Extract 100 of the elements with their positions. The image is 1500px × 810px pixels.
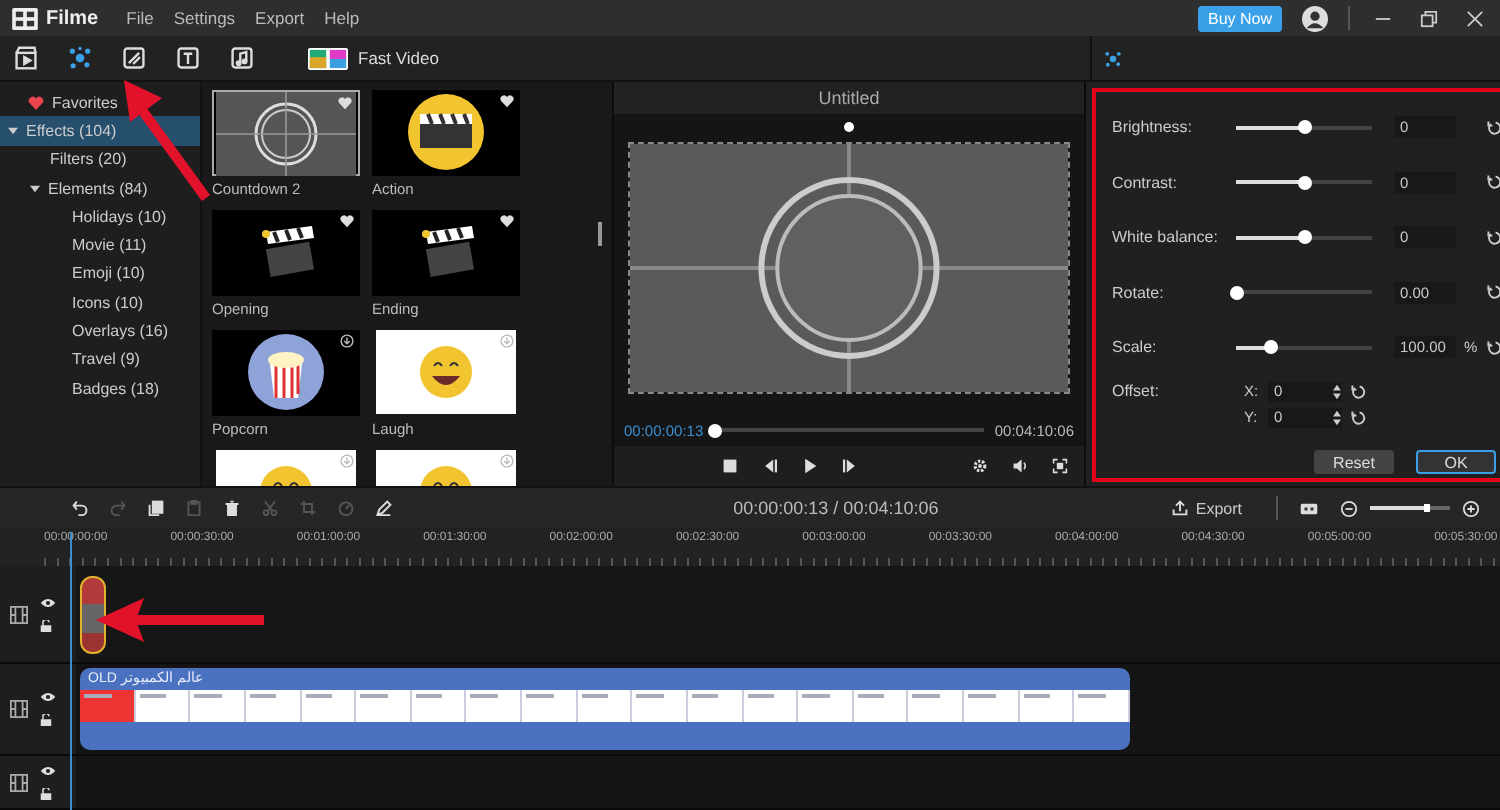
- tree-item[interactable]: Elements (84): [0, 173, 200, 203]
- pen-icon[interactable]: [376, 500, 392, 516]
- reset-icon[interactable]: [1350, 409, 1366, 425]
- stop-icon[interactable]: [721, 458, 737, 474]
- setting-label: Scale:: [1112, 338, 1159, 357]
- film-strip-icon: [10, 700, 28, 718]
- reset-icon[interactable]: [1486, 284, 1500, 301]
- undo-icon[interactable]: [72, 500, 88, 516]
- heart-icon[interactable]: [340, 214, 354, 228]
- setting-label: Contrast:: [1112, 173, 1179, 192]
- slider-track[interactable]: [1236, 180, 1372, 185]
- tree-item[interactable]: Effects (104): [0, 116, 200, 146]
- aspect-icon[interactable]: [1300, 499, 1318, 517]
- slider-thumb[interactable]: [1297, 120, 1311, 135]
- music-tab[interactable]: [226, 42, 258, 74]
- tree-item[interactable]: Favorites: [0, 88, 200, 117]
- emoji-thumbnail-drawing: [214, 450, 358, 486]
- reset-icon[interactable]: [1350, 383, 1366, 399]
- film-strip-icon: [10, 773, 28, 791]
- spinner-icon[interactable]: [1332, 383, 1342, 399]
- zoom-slider-thumb[interactable]: [1423, 503, 1429, 513]
- slider-thumb[interactable]: [1229, 285, 1243, 300]
- fast-video-icon: [308, 47, 348, 69]
- delete-icon[interactable]: [224, 500, 240, 516]
- annotation-arrow: [122, 78, 212, 202]
- setting-label: Brightness:: [1112, 118, 1195, 137]
- reset-icon[interactable]: [1486, 229, 1500, 246]
- media-tab[interactable]: [10, 42, 42, 74]
- setting-label: Rotate:: [1112, 283, 1166, 302]
- film-strip-icon: [10, 605, 28, 623]
- effect-item[interactable]: [372, 450, 520, 486]
- lock-icon[interactable]: [40, 787, 52, 799]
- effect-item[interactable]: [212, 450, 360, 486]
- reset-icon[interactable]: [1486, 174, 1500, 191]
- tree-item[interactable]: Movie (11): [0, 230, 200, 260]
- volume-icon[interactable]: [1012, 458, 1028, 474]
- eye-icon[interactable]: [40, 692, 56, 702]
- effect-clip[interactable]: [80, 575, 106, 653]
- lock-icon[interactable]: [40, 714, 52, 726]
- heart-icon: [28, 95, 44, 110]
- menu-item[interactable]: Export: [255, 8, 305, 28]
- next-frame-icon[interactable]: [841, 458, 857, 474]
- timeline-time: 00:00:00:13 / 00:04:10:06: [733, 498, 939, 518]
- tree-item[interactable]: Overlays (16): [0, 316, 200, 346]
- setting-label: White balance:: [1112, 228, 1220, 247]
- dialog-button[interactable]: Reset: [1314, 450, 1394, 474]
- tree-item[interactable]: Emoji (10): [0, 259, 200, 289]
- menu-item[interactable]: File: [126, 8, 154, 28]
- setting-label: Offset:: [1112, 381, 1161, 399]
- zoom-in-icon[interactable]: [1462, 499, 1480, 517]
- lock-icon[interactable]: [40, 619, 52, 631]
- tree-item[interactable]: Holidays (10): [0, 202, 200, 231]
- export-button[interactable]: Export: [1159, 497, 1254, 519]
- reset-icon[interactable]: [1486, 339, 1500, 356]
- transition-tab[interactable]: [118, 42, 150, 74]
- tree-item[interactable]: Filters (20): [0, 145, 200, 174]
- slider-track[interactable]: [1236, 345, 1372, 350]
- rotate-handle[interactable]: [844, 122, 854, 132]
- slider-track[interactable]: [1236, 125, 1372, 130]
- eye-icon[interactable]: [40, 597, 56, 607]
- slider-track[interactable]: [1236, 290, 1372, 295]
- play-icon[interactable]: [801, 458, 817, 474]
- caret-icon: [30, 183, 40, 194]
- heart-icon[interactable]: [500, 214, 514, 228]
- upload-icon: [1171, 500, 1188, 516]
- slider-thumb[interactable]: [1297, 230, 1311, 245]
- tree-item[interactable]: Travel (9): [0, 345, 200, 374]
- dialog-button[interactable]: OK: [1416, 450, 1496, 474]
- heart-icon[interactable]: [500, 94, 514, 108]
- countdown-thumbnail-drawing: [214, 92, 358, 176]
- emoji-thumbnail-drawing: [374, 450, 518, 486]
- close-icon[interactable]: [1466, 9, 1484, 27]
- eye-icon[interactable]: [40, 765, 56, 775]
- copy-icon[interactable]: [148, 500, 164, 516]
- user-avatar-icon[interactable]: [1302, 5, 1328, 31]
- caret-icon: [8, 125, 18, 136]
- settings-icon[interactable]: [972, 458, 988, 474]
- menu-item[interactable]: Settings: [173, 8, 236, 28]
- slider-track[interactable]: [1236, 235, 1372, 240]
- menu-item[interactable]: Help: [324, 8, 360, 28]
- previous-frame-icon[interactable]: [761, 458, 777, 474]
- effects-icon: [1104, 49, 1122, 67]
- restore-icon[interactable]: [1420, 9, 1438, 27]
- progress-thumb[interactable]: [708, 423, 723, 437]
- zoom-out-icon[interactable]: [1340, 499, 1358, 517]
- app-name: Filme: [46, 7, 99, 29]
- fullscreen-icon[interactable]: [1052, 458, 1068, 474]
- effects-tab[interactable]: [64, 42, 96, 74]
- tree-item[interactable]: Icons (10): [0, 288, 200, 317]
- slider-thumb[interactable]: [1297, 175, 1311, 190]
- fast-video-tab[interactable]: Fast Video: [304, 43, 443, 73]
- tree-item[interactable]: Badges (18): [0, 373, 200, 403]
- text-tab[interactable]: [172, 42, 204, 74]
- emoji-thumbnail-drawing: [374, 330, 518, 414]
- spinner-icon[interactable]: [1332, 409, 1342, 425]
- reset-icon[interactable]: [1486, 119, 1500, 136]
- project-title: Untitled: [614, 82, 1084, 114]
- film-logo-icon: [12, 7, 38, 29]
- slider-thumb[interactable]: [1263, 340, 1277, 355]
- download-icon[interactable]: [340, 334, 354, 348]
